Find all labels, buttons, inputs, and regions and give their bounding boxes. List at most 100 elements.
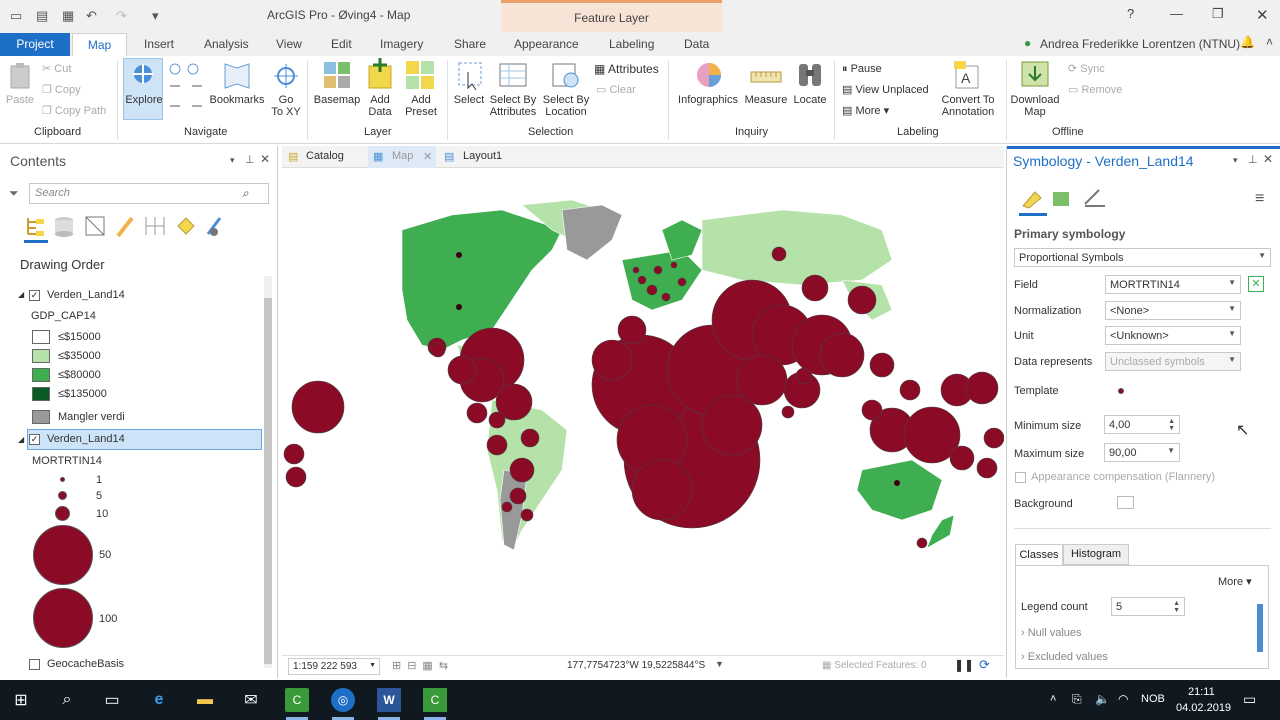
input-language[interactable]: NOB [1141,693,1165,705]
copy-button[interactable]: ❐ Copy [42,84,81,96]
redo-icon[interactable]: ↷ [116,8,127,24]
task-view-icon[interactable]: ▭ [100,688,124,712]
notifications-center-icon[interactable]: ▭ [1243,691,1256,708]
pause-button[interactable]: ⏸ Pause [842,63,882,75]
background-color-swatch[interactable] [1117,496,1134,509]
scale-selector[interactable]: 1:159 222 593 ▼ [288,658,380,675]
layer-name[interactable]: GeocacheBasis [47,658,124,670]
close-icon[interactable]: ✕ [1256,6,1269,24]
layer-visibility-checkbox[interactable]: ✓ [29,290,40,301]
select-by-attributes-button[interactable]: Select By Attributes [486,94,540,118]
close-tab-icon[interactable]: ✕ [423,150,432,163]
tab-labeling[interactable]: Labeling [609,37,654,51]
measure-button[interactable]: Measure [742,94,790,106]
add-preset-button[interactable]: Add Preset [401,94,441,118]
layer-name[interactable]: Verden_Land14 [47,433,125,445]
symbology-tabs[interactable] [1019,186,1109,216]
spinner-icon[interactable]: ▲ ▼ [1168,418,1175,432]
pin-icon[interactable]: ⊥ [245,153,255,166]
clear-button[interactable]: ▭ Clear [596,84,636,96]
start-icon[interactable]: ⊞ [9,688,33,712]
tab-project[interactable]: Project [0,33,70,56]
unit-dropdown[interactable]: <Unknown> ▼ [1105,326,1241,345]
flannery-checkbox[interactable] [1015,472,1026,483]
hamburger-menu-icon[interactable]: ≡ [1255,190,1264,208]
customize-toolbar-icon[interactable]: ▾ [152,8,159,24]
mail-icon[interactable]: ✉ [239,688,263,712]
maximum-size-dropdown[interactable]: 90,00 ▼ [1104,443,1180,462]
volume-icon[interactable]: 🔈 [1095,692,1110,706]
infographics-button[interactable]: Infographics [674,94,742,106]
pin-icon[interactable]: ⊥ [1248,153,1258,166]
network-icon[interactable]: ⎘ [1072,692,1082,707]
pane-menu-icon[interactable]: ▾ [1233,155,1238,166]
legend-count-stepper[interactable]: 5 ▲ ▼ [1111,597,1185,616]
attributes-button[interactable]: ▦ Attributes [594,63,659,75]
minimize-icon[interactable]: — [1170,6,1183,21]
null-values-expander[interactable]: › Null values [1021,627,1082,639]
tab-appearance[interactable]: Appearance [514,37,579,51]
world-map[interactable] [282,170,1004,654]
template-symbol[interactable] [1118,388,1124,394]
download-map-button[interactable]: Download Map [1008,94,1062,118]
more-menu-button[interactable]: More ▾ [1218,575,1252,588]
classes-scrollbar[interactable] [1257,604,1263,652]
search-input[interactable]: Search ⌕ [29,183,269,204]
goto-xy-button[interactable]: Go To XY [268,94,304,118]
tab-view[interactable]: View [276,37,302,51]
file-explorer-icon[interactable]: ▬ [193,688,217,712]
user-name[interactable]: Andrea Frederikke Lorentzen (NTNU) [1040,37,1240,51]
search-taskbar-icon[interactable]: ⌕ [55,688,79,712]
data-represents-dropdown[interactable]: Unclassed symbols ▼ [1105,352,1241,371]
convert-annotation-button[interactable]: Convert To Annotation [936,94,1000,118]
maximize-icon[interactable]: ❐ [1212,6,1224,22]
close-pane-icon[interactable]: ✕ [260,152,270,166]
tab-share[interactable]: Share [454,37,486,51]
field-dropdown[interactable]: MORTRTIN14 ▼ [1105,275,1241,294]
selected-features[interactable]: ▦ Selected Features: 0 [822,660,927,671]
map-tools-icons[interactable]: ⊞⊟▦⇆ [392,659,454,672]
tab-data[interactable]: Data [684,37,709,51]
expression-icon[interactable]: ✕ [1248,276,1264,292]
tray-chevron-icon[interactable]: ˄ [1050,693,1056,705]
layer-visibility-checkbox[interactable]: ✓ [29,434,40,445]
help-icon[interactable]: ? [1127,6,1134,21]
new-project-icon[interactable]: ▭ [10,8,22,24]
cut-button[interactable]: ✂ Cut [42,63,71,75]
contents-scrollbar[interactable] [264,276,272,668]
select-button[interactable]: Select [450,94,488,106]
refresh-icon[interactable]: ⟳ [979,657,990,673]
remove-button[interactable]: ▭ Remove [1068,84,1122,96]
camtasia-recorder-icon[interactable]: C [423,688,447,712]
camtasia-icon[interactable]: C [285,688,309,712]
chevron-down-icon[interactable]: ▼ [715,659,724,669]
save-icon[interactable]: ▦ [62,8,74,24]
pause-drawing-icon[interactable]: ❚❚ [954,658,974,672]
navigate-tools-icon[interactable] [168,62,204,116]
minimum-size-stepper[interactable]: 4,00 ▲ ▼ [1104,415,1180,434]
pane-menu-icon[interactable]: ▾ [230,155,235,166]
undo-icon[interactable]: ↶ [86,8,97,24]
clock-date[interactable]: 04.02.2019 [1176,702,1231,714]
copy-path-button[interactable]: ❐ Copy Path [42,105,106,117]
notifications-icon[interactable]: 🔔 [1240,35,1255,49]
filter-icon[interactable]: ⏷ [9,186,19,201]
labeling-more-button[interactable]: ▤ More ▾ [842,105,889,117]
add-data-button[interactable]: Add Data [362,94,398,118]
arcgis-pro-icon[interactable]: ◎ [331,688,355,712]
tab-imagery[interactable]: Imagery [380,37,423,51]
search-icon[interactable]: ⌕ [242,186,249,201]
normalization-dropdown[interactable]: <None> ▼ [1105,301,1241,320]
symbology-method-dropdown[interactable]: Proportional Symbols ▼ [1014,248,1271,267]
clock-time[interactable]: 21:11 [1188,686,1215,698]
wifi-icon[interactable]: ◠ [1118,692,1128,706]
close-pane-icon[interactable]: ✕ [1263,152,1273,166]
tab-map[interactable]: Map [72,33,127,57]
spinner-icon[interactable]: ▲ ▼ [1173,600,1180,614]
tab-catalog[interactable]: Catalog [306,150,344,162]
collapse-ribbon-icon[interactable]: ˄ [1266,35,1273,49]
basemap-button[interactable]: Basemap [312,94,362,106]
locate-button[interactable]: Locate [790,94,830,106]
edge-icon[interactable]: e [147,688,171,712]
tab-insert[interactable]: Insert [144,37,174,51]
